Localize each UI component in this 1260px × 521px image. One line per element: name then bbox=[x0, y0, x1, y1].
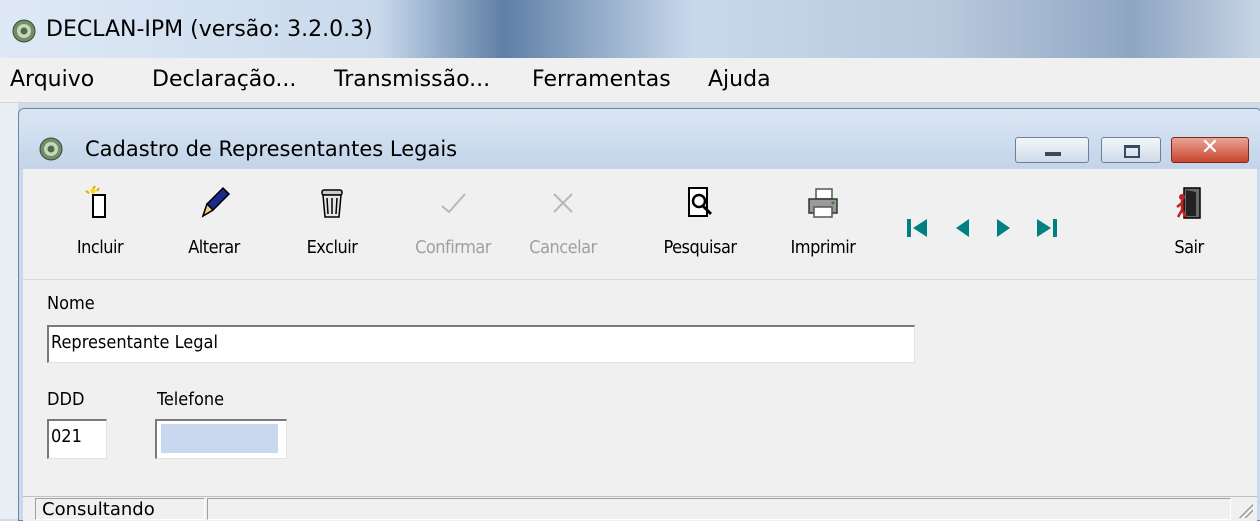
excluir-button[interactable]: Excluir bbox=[287, 175, 377, 273]
toolbar: Incluir Alterar Excluir Confirmar Cancel… bbox=[23, 169, 1257, 280]
app-seal-icon bbox=[12, 19, 36, 43]
status-bar: Consultando bbox=[23, 496, 1257, 521]
ddd-input[interactable]: 021 bbox=[47, 419, 107, 459]
telefone-label: Telefone bbox=[157, 389, 225, 410]
window-title: Cadastro de Representantes Legais bbox=[85, 137, 458, 161]
checkmark-icon bbox=[441, 193, 466, 214]
previous-record-button[interactable] bbox=[947, 211, 977, 245]
sair-label: Sair bbox=[1174, 237, 1204, 258]
first-record-button[interactable] bbox=[903, 211, 933, 245]
incluir-label: Incluir bbox=[76, 237, 124, 258]
nome-label: Nome bbox=[47, 293, 95, 314]
menu-ferramentas[interactable]: Ferramentas bbox=[532, 67, 671, 92]
previous-record-icon bbox=[956, 219, 969, 237]
pesquisar-label: Pesquisar bbox=[663, 237, 737, 258]
confirmar-button[interactable]: Confirmar bbox=[401, 175, 505, 273]
confirmar-label: Confirmar bbox=[415, 237, 491, 258]
app-titlebar: DECLAN-IPM (versão: 3.2.0.3) bbox=[0, 0, 1260, 58]
ddd-value: 021 bbox=[51, 426, 82, 447]
last-record-button[interactable] bbox=[1031, 211, 1061, 245]
printer-icon bbox=[808, 188, 838, 218]
mdi-background bbox=[0, 103, 18, 519]
app-title: DECLAN-IPM (versão: 3.2.0.3) bbox=[46, 17, 373, 42]
status-panel-mode: Consultando bbox=[35, 498, 205, 520]
nome-value: Representante Legal bbox=[51, 332, 218, 353]
cancel-x-icon bbox=[553, 193, 573, 213]
exit-door-icon bbox=[1176, 187, 1201, 219]
cancelar-label: Cancelar bbox=[529, 237, 597, 258]
new-document-icon bbox=[85, 185, 106, 218]
sair-button[interactable]: Sair bbox=[1161, 175, 1217, 273]
first-record-icon bbox=[907, 219, 927, 237]
next-record-button[interactable] bbox=[989, 211, 1019, 245]
imprimir-label: Imprimir bbox=[790, 237, 856, 258]
minimize-button[interactable] bbox=[1015, 137, 1089, 163]
menu-declaracao[interactable]: Declaração... bbox=[152, 67, 296, 92]
nome-input[interactable]: Representante Legal bbox=[47, 325, 915, 363]
imprimir-button[interactable]: Imprimir bbox=[775, 175, 871, 273]
alterar-label: Alterar bbox=[188, 237, 240, 258]
status-mode: Consultando bbox=[42, 499, 155, 520]
resize-grip-icon[interactable] bbox=[1237, 502, 1253, 518]
telefone-input[interactable] bbox=[155, 419, 287, 459]
window-seal-icon bbox=[39, 137, 63, 161]
close-button[interactable]: ✕ bbox=[1171, 135, 1249, 163]
alterar-button[interactable]: Alterar bbox=[169, 175, 259, 273]
menu-arquivo[interactable]: Arquivo bbox=[10, 67, 94, 92]
maximize-button[interactable] bbox=[1101, 137, 1161, 163]
ddd-label: DDD bbox=[47, 389, 85, 410]
child-titlebar[interactable]: Cadastro de Representantes Legais ✕ bbox=[19, 109, 1260, 169]
menu-transmissao[interactable]: Transmissão... bbox=[334, 67, 490, 92]
incluir-button[interactable]: Incluir bbox=[55, 175, 145, 273]
cancelar-button[interactable]: Cancelar bbox=[511, 175, 615, 273]
last-record-icon bbox=[1037, 219, 1057, 237]
maximize-icon bbox=[1124, 145, 1140, 158]
telefone-selection-highlight bbox=[161, 424, 278, 453]
client-area: Incluir Alterar Excluir Confirmar Cancel… bbox=[23, 169, 1257, 521]
close-icon: ✕ bbox=[1200, 135, 1220, 160]
menubar: Arquivo Declaração... Transmissão... Fer… bbox=[0, 58, 1260, 103]
pencil-icon bbox=[201, 186, 231, 218]
trash-icon bbox=[321, 189, 343, 218]
excluir-label: Excluir bbox=[306, 237, 358, 258]
child-window: Cadastro de Representantes Legais ✕ Incl… bbox=[18, 108, 1260, 521]
next-record-icon bbox=[997, 219, 1010, 237]
status-panel-message bbox=[207, 498, 1231, 520]
search-document-icon bbox=[688, 187, 713, 217]
minimize-icon bbox=[1045, 152, 1061, 156]
pesquisar-button[interactable]: Pesquisar bbox=[645, 175, 755, 273]
menu-ajuda[interactable]: Ajuda bbox=[708, 67, 771, 92]
